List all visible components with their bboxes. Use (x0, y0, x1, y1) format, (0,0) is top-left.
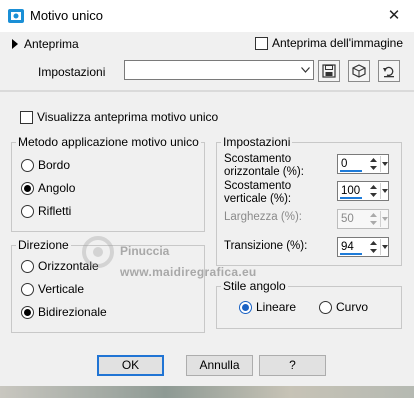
spin-up-icon (368, 211, 379, 219)
spin-up-icon[interactable] (368, 156, 379, 164)
chevron-down-icon[interactable] (298, 62, 312, 78)
horizontal-offset-spinner[interactable]: 0 (337, 154, 389, 174)
spinner-arrows[interactable] (368, 239, 379, 255)
watermark-name: Pinuccia (120, 244, 170, 258)
label-line: verticale (%): (224, 193, 292, 205)
corner-style-group: Stile angolo Lineare Curvo (216, 279, 402, 329)
help-button[interactable]: ? (259, 355, 326, 376)
settings-legend: Impostazioni (221, 135, 293, 149)
spin-down-icon (368, 219, 379, 227)
close-icon[interactable]: ✕ (384, 6, 404, 26)
label-line: Scostamento (224, 180, 292, 192)
spinner-value[interactable]: 100 (341, 185, 360, 197)
watermark-url: www.maidiregrafica.eu (120, 265, 257, 279)
radio-label: Angolo (38, 181, 76, 195)
dropdown-arrow-icon[interactable] (380, 183, 388, 199)
background-image-strip (0, 386, 414, 398)
radio-circle[interactable] (21, 305, 34, 319)
radio-label: Bidirezionale (38, 305, 107, 319)
radio-bordo[interactable]: Bordo (21, 158, 70, 172)
floppy-disk-icon (322, 64, 336, 78)
width-spinner: 50 (337, 209, 389, 229)
spinner-slider-bar[interactable] (340, 253, 362, 255)
reset-icon (383, 66, 394, 78)
app-icon (8, 9, 24, 23)
spinner-slider-bar[interactable] (340, 197, 362, 199)
preview-image-label: Anteprima dell'immagine (272, 36, 404, 50)
method-legend: Metodo applicazione motivo unico (16, 135, 201, 149)
dialog-body: Visualizza anteprima motivo unico Metodo… (0, 92, 414, 398)
radio-circle[interactable] (21, 158, 34, 172)
label-line: Scostamento (224, 153, 292, 165)
radio-circle[interactable] (239, 300, 252, 314)
spinner-value[interactable]: 94 (341, 241, 354, 253)
preview-settings-area: Anteprima Anteprima dell'immagine Impost… (0, 32, 414, 90)
spinner-value[interactable]: 0 (341, 158, 347, 170)
label-line: Transizione (%): (224, 240, 308, 252)
spin-up-icon[interactable] (368, 239, 379, 247)
radio-verticale[interactable]: Verticale (21, 282, 84, 296)
presets-label: Impostazioni (38, 65, 106, 79)
spin-up-icon[interactable] (368, 183, 379, 191)
preview-label: Anteprima (24, 37, 79, 51)
cube-icon (352, 64, 366, 78)
watermark-logo (82, 236, 114, 268)
corner-style-legend: Stile angolo (221, 279, 288, 293)
spin-down-icon[interactable] (368, 247, 379, 255)
spinner-arrows[interactable] (368, 183, 379, 199)
radio-circle[interactable] (21, 282, 34, 296)
transition-label: Transizione (%): (224, 240, 307, 253)
spin-down-icon[interactable] (368, 164, 379, 172)
presets-combobox[interactable] (124, 60, 314, 80)
expand-arrow-icon (12, 39, 18, 49)
radio-curvo[interactable]: Curvo (319, 300, 368, 314)
radio-lineare[interactable]: Lineare (239, 300, 296, 314)
cancel-button[interactable]: Annulla (186, 355, 253, 376)
radio-label: Rifletti (38, 204, 72, 218)
reset-button[interactable] (378, 60, 400, 82)
radio-label: Curvo (336, 300, 369, 314)
visualize-preview-checkbox[interactable]: Visualizza anteprima motivo unico (20, 110, 218, 124)
horizontal-offset-label: Scostamento orizzontale (%): (224, 153, 304, 179)
vertical-offset-spinner[interactable]: 100 (337, 181, 389, 201)
vertical-offset-label: Scostamento verticale (%): (224, 180, 291, 206)
label-line: Larghezza (%): (224, 211, 302, 223)
spinner-value: 50 (341, 213, 354, 225)
width-label: Larghezza (%): (224, 211, 302, 224)
spinner-arrows (368, 211, 379, 227)
window-title: Motivo unico (30, 8, 103, 23)
spinner-arrows[interactable] (368, 156, 379, 172)
radio-circle[interactable] (21, 181, 34, 195)
spinner-slider-bar[interactable] (340, 170, 362, 172)
dropdown-arrow-icon[interactable] (380, 156, 388, 172)
title-bar: Motivo unico ✕ (0, 0, 414, 32)
ok-button[interactable]: OK (97, 355, 164, 376)
checkbox-box[interactable] (255, 36, 268, 50)
preview-image-checkbox[interactable]: Anteprima dell'immagine (255, 36, 403, 50)
radio-circle[interactable] (21, 259, 34, 273)
method-group: Metodo applicazione motivo unico Bordo A… (11, 135, 205, 232)
spin-down-icon[interactable] (368, 191, 379, 199)
radio-angolo[interactable]: Angolo (21, 181, 75, 195)
radio-label: Lineare (256, 300, 297, 314)
label-line: orizzontale (%): (224, 166, 304, 178)
direction-legend: Direzione (16, 238, 71, 252)
preset-resources-button[interactable] (348, 60, 370, 82)
radio-bidirezionale[interactable]: Bidirezionale (21, 305, 107, 319)
radio-circle[interactable] (319, 300, 332, 314)
radio-rifletti[interactable]: Rifletti (21, 204, 71, 218)
radio-circle[interactable] (21, 204, 34, 218)
settings-group: Impostazioni Scostamento orizzontale (%)… (216, 135, 402, 266)
preview-expander[interactable]: Anteprima (12, 37, 79, 51)
transition-spinner[interactable]: 94 (337, 237, 389, 257)
dropdown-arrow-icon (380, 211, 388, 227)
visualize-label: Visualizza anteprima motivo unico (37, 110, 219, 124)
radio-label: Verticale (38, 282, 85, 296)
checkbox-box[interactable] (20, 110, 33, 124)
save-preset-button[interactable] (318, 60, 340, 82)
dropdown-arrow-icon[interactable] (380, 239, 388, 255)
radio-label: Bordo (38, 158, 71, 172)
